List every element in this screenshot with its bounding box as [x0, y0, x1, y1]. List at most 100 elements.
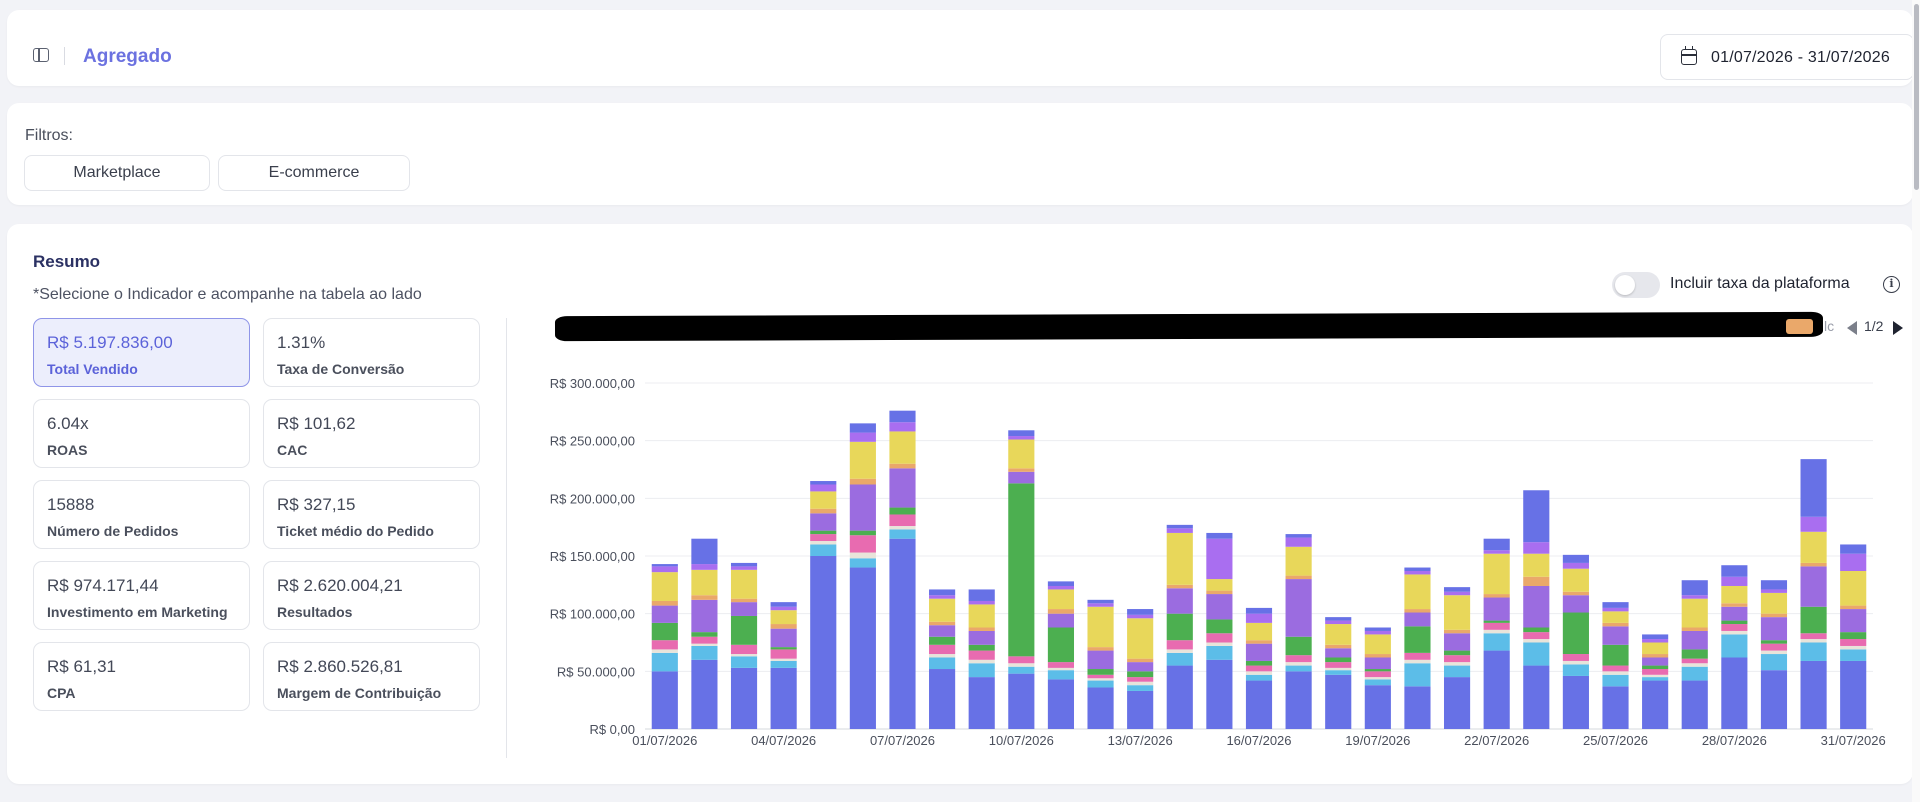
chart-bar-segment[interactable] [968, 600, 995, 605]
chart-bar-segment[interactable] [1602, 607, 1629, 612]
chart-bar-segment[interactable] [1087, 687, 1114, 729]
chart-bar-segment[interactable] [1047, 679, 1075, 729]
chart-bar-segment[interactable] [1008, 673, 1035, 729]
chart-bar-segment[interactable] [1127, 658, 1154, 663]
chart-bar-segment[interactable] [1404, 686, 1431, 729]
chart-bar-segment[interactable] [1206, 633, 1233, 643]
chart-bar-segment[interactable] [1840, 632, 1867, 640]
chart-bar-segment[interactable] [1523, 576, 1550, 586]
chart-bar-segment[interactable] [968, 644, 995, 651]
chart-bar-segment[interactable] [1800, 562, 1827, 567]
chart-bar-segment[interactable] [1483, 650, 1510, 729]
chart-bar-segment[interactable] [1443, 629, 1471, 634]
chart-bar-segment[interactable] [770, 647, 797, 650]
chart-bar-segment[interactable] [1404, 663, 1431, 687]
chart-bar-segment[interactable] [1760, 670, 1788, 729]
chart-bar-segment[interactable] [691, 632, 718, 637]
chart-bar-segment[interactable] [1206, 579, 1233, 591]
chart-bar-segment[interactable] [730, 667, 758, 729]
chart-bar-segment[interactable] [1206, 619, 1233, 634]
chart-bar-segment[interactable] [929, 625, 956, 637]
chart-bar-segment[interactable] [1562, 568, 1589, 592]
chart-bar-segment[interactable] [968, 604, 995, 628]
chart-bar-segment[interactable] [1642, 634, 1669, 640]
chart-bar-segment[interactable] [1206, 590, 1233, 595]
chart-bar-segment[interactable] [1364, 630, 1391, 635]
chart-bar-segment[interactable] [1523, 553, 1550, 577]
chart-bar-segment[interactable] [1087, 599, 1114, 604]
chart-bar-segment[interactable] [1721, 634, 1748, 658]
chart-bar-segment[interactable] [1840, 639, 1867, 646]
chart-bar-segment[interactable] [1443, 587, 1471, 592]
chart-bar-segment[interactable] [730, 644, 758, 655]
chart-bar-segment[interactable] [1285, 665, 1312, 672]
chart-bar-segment[interactable] [1602, 665, 1629, 672]
chart-bar-segment[interactable] [1523, 585, 1550, 628]
chart-bar-segment[interactable] [1840, 605, 1867, 610]
chart-bar-segment[interactable] [1800, 642, 1827, 661]
chart-bar-segment[interactable] [1166, 649, 1193, 653]
chart-bar-segment[interactable] [651, 600, 678, 606]
chart-bar-segment[interactable] [1047, 585, 1075, 590]
chart-bar-segment[interactable] [691, 595, 718, 600]
chart-bar-segment[interactable] [770, 660, 797, 668]
chart-bar-segment[interactable] [651, 649, 678, 653]
chart-bar-segment[interactable] [1127, 662, 1154, 672]
chart-bar-segment[interactable] [968, 589, 995, 601]
chart-bar-segment[interactable] [1562, 660, 1589, 665]
chart-bar-segment[interactable] [1642, 639, 1669, 643]
chart-bar-segment[interactable] [1721, 565, 1748, 577]
chart-bar-segment[interactable] [1483, 550, 1510, 554]
chart-bar-segment[interactable] [1760, 650, 1788, 655]
legend-prev-page-icon[interactable] [1847, 321, 1857, 335]
chart-bar-segment[interactable] [1562, 562, 1589, 569]
chart-bar-segment[interactable] [1364, 654, 1391, 658]
chart-bar-segment[interactable] [1443, 677, 1471, 729]
chart-bar-segment[interactable] [1800, 516, 1827, 532]
chart-bar-segment[interactable] [1443, 595, 1471, 630]
chart-bar-segment[interactable] [889, 422, 916, 432]
chart-bar-segment[interactable] [1285, 671, 1312, 729]
chart-bar-segment[interactable] [1602, 602, 1629, 608]
chart-bar-segment[interactable] [1285, 636, 1312, 656]
chart-bar-segment[interactable] [1008, 471, 1035, 484]
chart-bar-segment[interactable] [1206, 532, 1233, 539]
chart-bar-segment[interactable] [1721, 603, 1748, 607]
chart-bar-segment[interactable] [810, 491, 837, 509]
chart-bar-segment[interactable] [968, 627, 995, 631]
chart-bar-segment[interactable] [1483, 594, 1510, 598]
chart-bar-segment[interactable] [1721, 585, 1748, 604]
chart-bar-segment[interactable] [889, 507, 916, 515]
chart-bar-segment[interactable] [1800, 459, 1827, 517]
chart-bar-segment[interactable] [929, 644, 956, 655]
chart-bar-segment[interactable] [691, 645, 718, 660]
chart-bar-segment[interactable] [1087, 680, 1114, 688]
chart-bar-segment[interactable] [1325, 617, 1352, 621]
chart-bar-segment[interactable] [1008, 656, 1035, 664]
chart-bar-segment[interactable] [1642, 674, 1669, 678]
chart-bar-segment[interactable] [1325, 657, 1352, 663]
chart-bar-segment[interactable] [1166, 524, 1193, 529]
chart-bar-segment[interactable] [1127, 677, 1154, 682]
chart-bar-segment[interactable] [1206, 645, 1233, 660]
chart-bar-segment[interactable] [1523, 542, 1550, 554]
chart-bar-segment[interactable] [1562, 654, 1589, 661]
chart-bar-segment[interactable] [1245, 643, 1273, 661]
chart-bar-segment[interactable] [889, 410, 916, 423]
chart-bar-segment[interactable] [929, 657, 956, 670]
chart-bar-segment[interactable] [1681, 666, 1708, 681]
chart-bar-segment[interactable] [889, 526, 916, 530]
chart-bar-segment[interactable] [1562, 554, 1589, 563]
chart-bar-segment[interactable] [1523, 665, 1550, 729]
chart-bar-segment[interactable] [810, 484, 837, 492]
chart-bar-segment[interactable] [1800, 639, 1827, 643]
chart-bar-segment[interactable] [1602, 671, 1629, 675]
chart-bar-segment[interactable] [810, 534, 837, 542]
chart-bar-segment[interactable] [1206, 659, 1233, 729]
chart-bar-segment[interactable] [1285, 575, 1312, 580]
chart-bar-segment[interactable] [1008, 666, 1035, 674]
chart-bar-segment[interactable] [770, 667, 797, 729]
chart-bar-segment[interactable] [1721, 576, 1748, 586]
chart-bar-segment[interactable] [1087, 603, 1114, 607]
chart-bar-segment[interactable] [1840, 660, 1867, 729]
